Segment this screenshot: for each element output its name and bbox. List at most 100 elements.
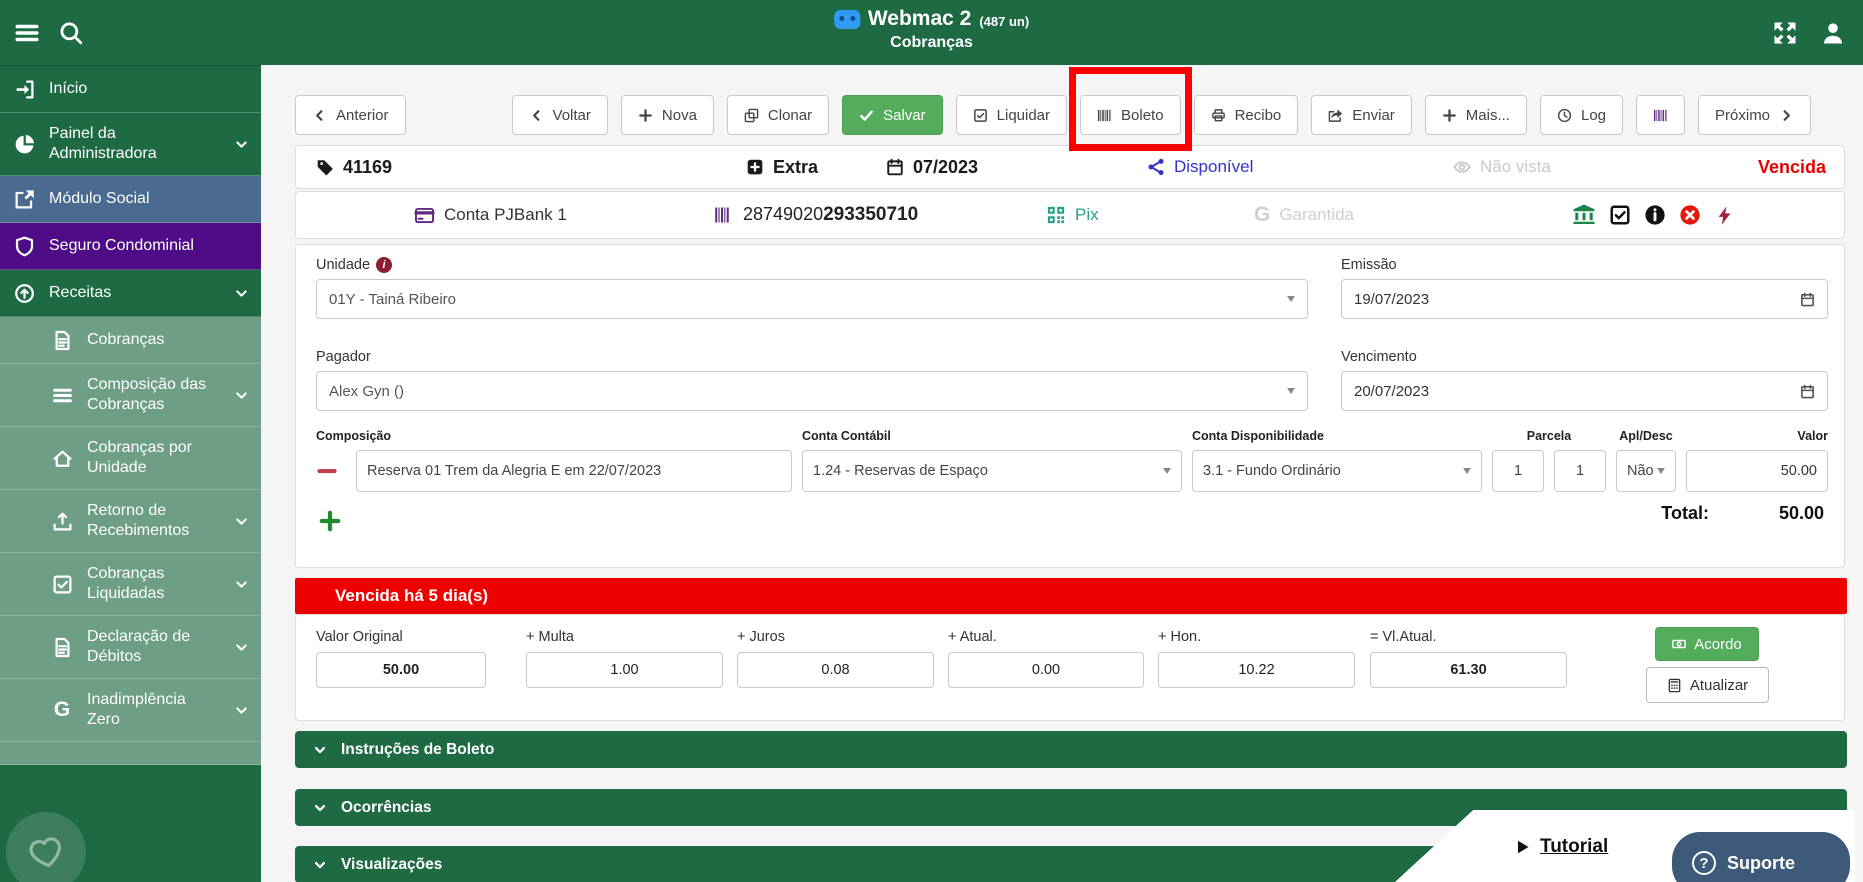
sidebar-item-inadimplencia-zero[interactable]: G Inadimplência Zero xyxy=(0,679,261,742)
enviar-label: Enviar xyxy=(1352,107,1395,124)
proximo-label: Próximo xyxy=(1715,107,1770,124)
check-square-icon[interactable] xyxy=(1609,204,1631,226)
unidade-select[interactable]: 01Y - Tainá Ribeiro xyxy=(316,279,1308,319)
anterior-button[interactable]: Anterior xyxy=(295,95,406,135)
valor-original-input[interactable]: 50.00 xyxy=(316,652,486,688)
sidebar-item-inicio[interactable]: Início xyxy=(0,66,261,113)
sidebar-item-declaracao-debitos[interactable]: Declaração de Débitos xyxy=(0,616,261,679)
vencimento-date-input[interactable]: 20/07/2023 xyxy=(1341,371,1828,411)
juros-input[interactable]: 0.08 xyxy=(737,652,934,688)
add-row-icon[interactable] xyxy=(318,509,342,533)
info-icon[interactable]: i xyxy=(376,257,392,273)
clonar-button[interactable]: Clonar xyxy=(727,95,829,135)
mais-label: Mais... xyxy=(1466,107,1510,124)
total-parcelas-input[interactable]: 1 xyxy=(1554,450,1606,492)
sidebar-item-painel-administradora[interactable]: Painel da Administradora xyxy=(0,113,261,176)
log-button[interactable]: Log xyxy=(1540,95,1623,135)
valor-input[interactable]: 50.00 xyxy=(1686,450,1828,492)
descricao-value: Reserva 01 Trem da Alegria E em 22/07/20… xyxy=(367,463,661,479)
question-icon: ? xyxy=(1692,851,1716,875)
record-competence: 07/2023 xyxy=(886,146,978,188)
conta-contabil-select[interactable]: 1.24 - Reservas de Espaço xyxy=(802,450,1182,492)
voltar-button[interactable]: Voltar xyxy=(512,95,608,135)
sidebar-item-composicao-cobrancas[interactable]: Composição das Cobranças xyxy=(0,364,261,427)
record-viewed-status: Não vista xyxy=(1453,146,1551,188)
sidebar-item-modulo-social[interactable]: Módulo Social xyxy=(0,176,261,223)
overdue-values-panel: Valor Original 50.00 + Multa 1.00 + Juro… xyxy=(295,614,1845,721)
salvar-button[interactable]: Salvar xyxy=(842,95,943,135)
sidebar-item-cobrancas[interactable]: Cobranças xyxy=(0,317,261,364)
sidebar-item-seguro-condominial[interactable]: Seguro Condominial xyxy=(0,223,261,270)
overdue-banner: Vencida há 5 dia(s) xyxy=(295,578,1847,614)
chevron-down-icon xyxy=(234,703,249,718)
chevron-down-icon xyxy=(313,858,327,872)
boleto-button[interactable]: Boleto xyxy=(1080,95,1181,135)
liquidar-button[interactable]: Liquidar xyxy=(956,95,1067,135)
bank-icon[interactable] xyxy=(1572,203,1596,227)
atualizar-button[interactable]: Atualizar xyxy=(1646,667,1769,703)
recibo-button[interactable]: Recibo xyxy=(1194,95,1299,135)
barcode-icon xyxy=(1097,108,1112,123)
arrow-circle-up-icon xyxy=(12,283,36,304)
info-circle-icon[interactable] xyxy=(1644,204,1666,226)
header-parcela: Parcela xyxy=(1492,429,1606,443)
tutorial-label: Tutorial xyxy=(1540,836,1608,858)
record-guarantee-value: Garantida xyxy=(1279,205,1354,225)
record-pix: Pix xyxy=(1046,192,1099,238)
multa-input[interactable]: 1.00 xyxy=(526,652,723,688)
barcode-button[interactable] xyxy=(1636,95,1685,135)
list-icon xyxy=(50,385,74,406)
honorarios-field: + Hon. 10.22 xyxy=(1158,629,1355,688)
valor-atual-input[interactable]: 61.30 xyxy=(1370,652,1567,688)
header-conta-contabil: Conta Contábil xyxy=(802,429,1182,443)
honorarios-input[interactable]: 10.22 xyxy=(1158,652,1355,688)
sidebar-item-partial[interactable] xyxy=(0,742,261,765)
parcela-input[interactable]: 1 xyxy=(1492,450,1544,492)
plus-icon xyxy=(1442,108,1457,123)
record-id-value: 41169 xyxy=(343,157,392,178)
boleto-label: Boleto xyxy=(1121,107,1164,124)
pagador-label: Pagador xyxy=(316,349,371,365)
liquidar-label: Liquidar xyxy=(997,107,1050,124)
mais-button[interactable]: Mais... xyxy=(1425,95,1527,135)
descricao-input[interactable]: Reserva 01 Trem da Alegria E em 22/07/20… xyxy=(356,450,792,492)
remove-row-icon[interactable] xyxy=(316,460,346,482)
sidebar-item-receitas[interactable]: Receitas xyxy=(0,270,261,317)
emissao-value: 19/07/2023 xyxy=(1354,291,1429,308)
conta-disponibilidade-select[interactable]: 3.1 - Fundo Ordinário xyxy=(1192,450,1482,492)
sidebar-item-retorno-recebimentos[interactable]: Retorno de Recebimentos xyxy=(0,490,261,553)
chevron-down-icon xyxy=(313,801,327,815)
atual-input[interactable]: 0.00 xyxy=(948,652,1144,688)
nova-label: Nova xyxy=(662,107,697,124)
record-id: 41169 xyxy=(316,146,392,188)
nova-button[interactable]: Nova xyxy=(621,95,714,135)
times-circle-icon[interactable] xyxy=(1679,204,1701,226)
search-icon[interactable] xyxy=(58,20,84,46)
emissao-date-input[interactable]: 19/07/2023 xyxy=(1341,279,1828,319)
barcode-icon xyxy=(1653,108,1668,123)
lightning-icon[interactable] xyxy=(1714,205,1735,226)
accordion-instrucoes-boleto[interactable]: Instruções de Boleto xyxy=(295,731,1847,768)
total-value: 50.00 xyxy=(1779,503,1824,524)
vencimento-label: Vencimento xyxy=(1341,349,1417,365)
check-square-icon xyxy=(50,574,74,595)
proximo-button[interactable]: Próximo xyxy=(1698,95,1811,135)
check-square-icon xyxy=(973,108,988,123)
sidebar-item-cobrancas-por-unidade[interactable]: Cobranças por Unidade xyxy=(0,427,261,490)
sidebar-item-label: Painel da Administradora xyxy=(49,124,221,164)
pagador-select[interactable]: Alex Gyn () xyxy=(316,371,1308,411)
tutorial-link[interactable]: Tutorial xyxy=(1515,836,1608,858)
atual-field: + Atual. 0.00 xyxy=(948,629,1144,688)
share-alt-icon xyxy=(1147,158,1165,176)
atualizar-label: Atualizar xyxy=(1690,677,1748,694)
user-icon[interactable] xyxy=(1821,21,1845,45)
fullscreen-icon[interactable] xyxy=(1773,21,1797,45)
sidebar-item-cobrancas-liquidadas[interactable]: Cobranças Liquidadas xyxy=(0,553,261,616)
acordo-button[interactable]: Acordo xyxy=(1655,627,1759,661)
menu-icon[interactable] xyxy=(14,20,40,46)
apl-desc-select[interactable]: Não xyxy=(1616,450,1676,492)
enviar-button[interactable]: Enviar xyxy=(1311,95,1412,135)
suporte-button[interactable]: ? Suporte xyxy=(1672,832,1850,882)
upload-icon xyxy=(50,511,74,532)
sidebar-item-label: Declaração de Débitos xyxy=(87,627,221,667)
